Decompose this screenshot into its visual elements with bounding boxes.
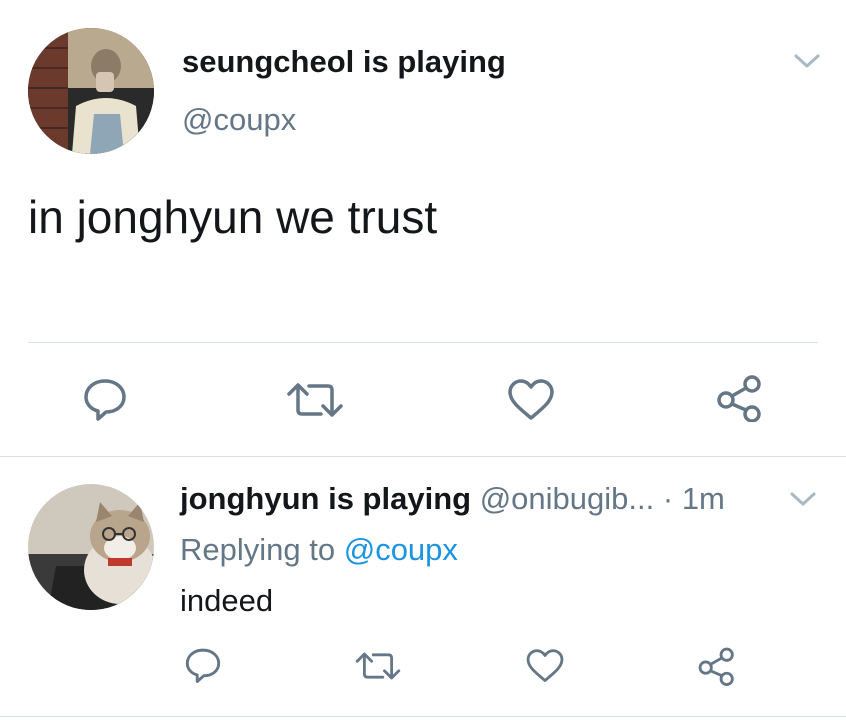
main-retweet-icon[interactable] <box>285 380 345 420</box>
main-tweet-divider <box>28 342 818 343</box>
reply-header: jonghyun is playing @onibugib... · 1m <box>180 481 725 517</box>
reply-tweet-chevron-down-icon[interactable] <box>788 488 818 510</box>
main-reply-icon[interactable] <box>80 376 130 422</box>
main-tweet-avatar[interactable] <box>28 28 154 154</box>
main-tweet-chevron-down-icon[interactable] <box>792 50 822 72</box>
reply-tweet-text: indeed <box>180 583 274 618</box>
replying-to-label: Replying to <box>180 532 336 567</box>
reply-tweet-separator: · <box>662 481 674 516</box>
thread-divider <box>0 456 846 457</box>
reply-like-icon[interactable] <box>524 648 566 684</box>
main-tweet-handle[interactable]: @coupx <box>182 102 296 138</box>
reply-reply-icon[interactable] <box>182 646 224 684</box>
reply-retweet-icon[interactable] <box>354 650 402 682</box>
main-share-icon[interactable] <box>714 374 766 422</box>
reply-tweet-avatar[interactable] <box>28 484 154 610</box>
reply-share-icon[interactable] <box>696 646 738 686</box>
reply-tweet-display-name[interactable]: jonghyun is playing <box>180 481 471 516</box>
main-tweet-display-name[interactable]: seungcheol is playing <box>182 44 506 80</box>
main-like-icon[interactable] <box>505 378 557 422</box>
reply-tweet-handle[interactable]: @onibugib... <box>480 481 655 516</box>
replying-to-handle[interactable]: @coupx <box>344 532 458 567</box>
bottom-divider <box>0 716 846 717</box>
main-tweet-text: in jonghyun we trust <box>28 191 438 243</box>
reply-tweet-time[interactable]: 1m <box>682 481 725 516</box>
replying-to-line: Replying to @coupx <box>180 532 458 568</box>
